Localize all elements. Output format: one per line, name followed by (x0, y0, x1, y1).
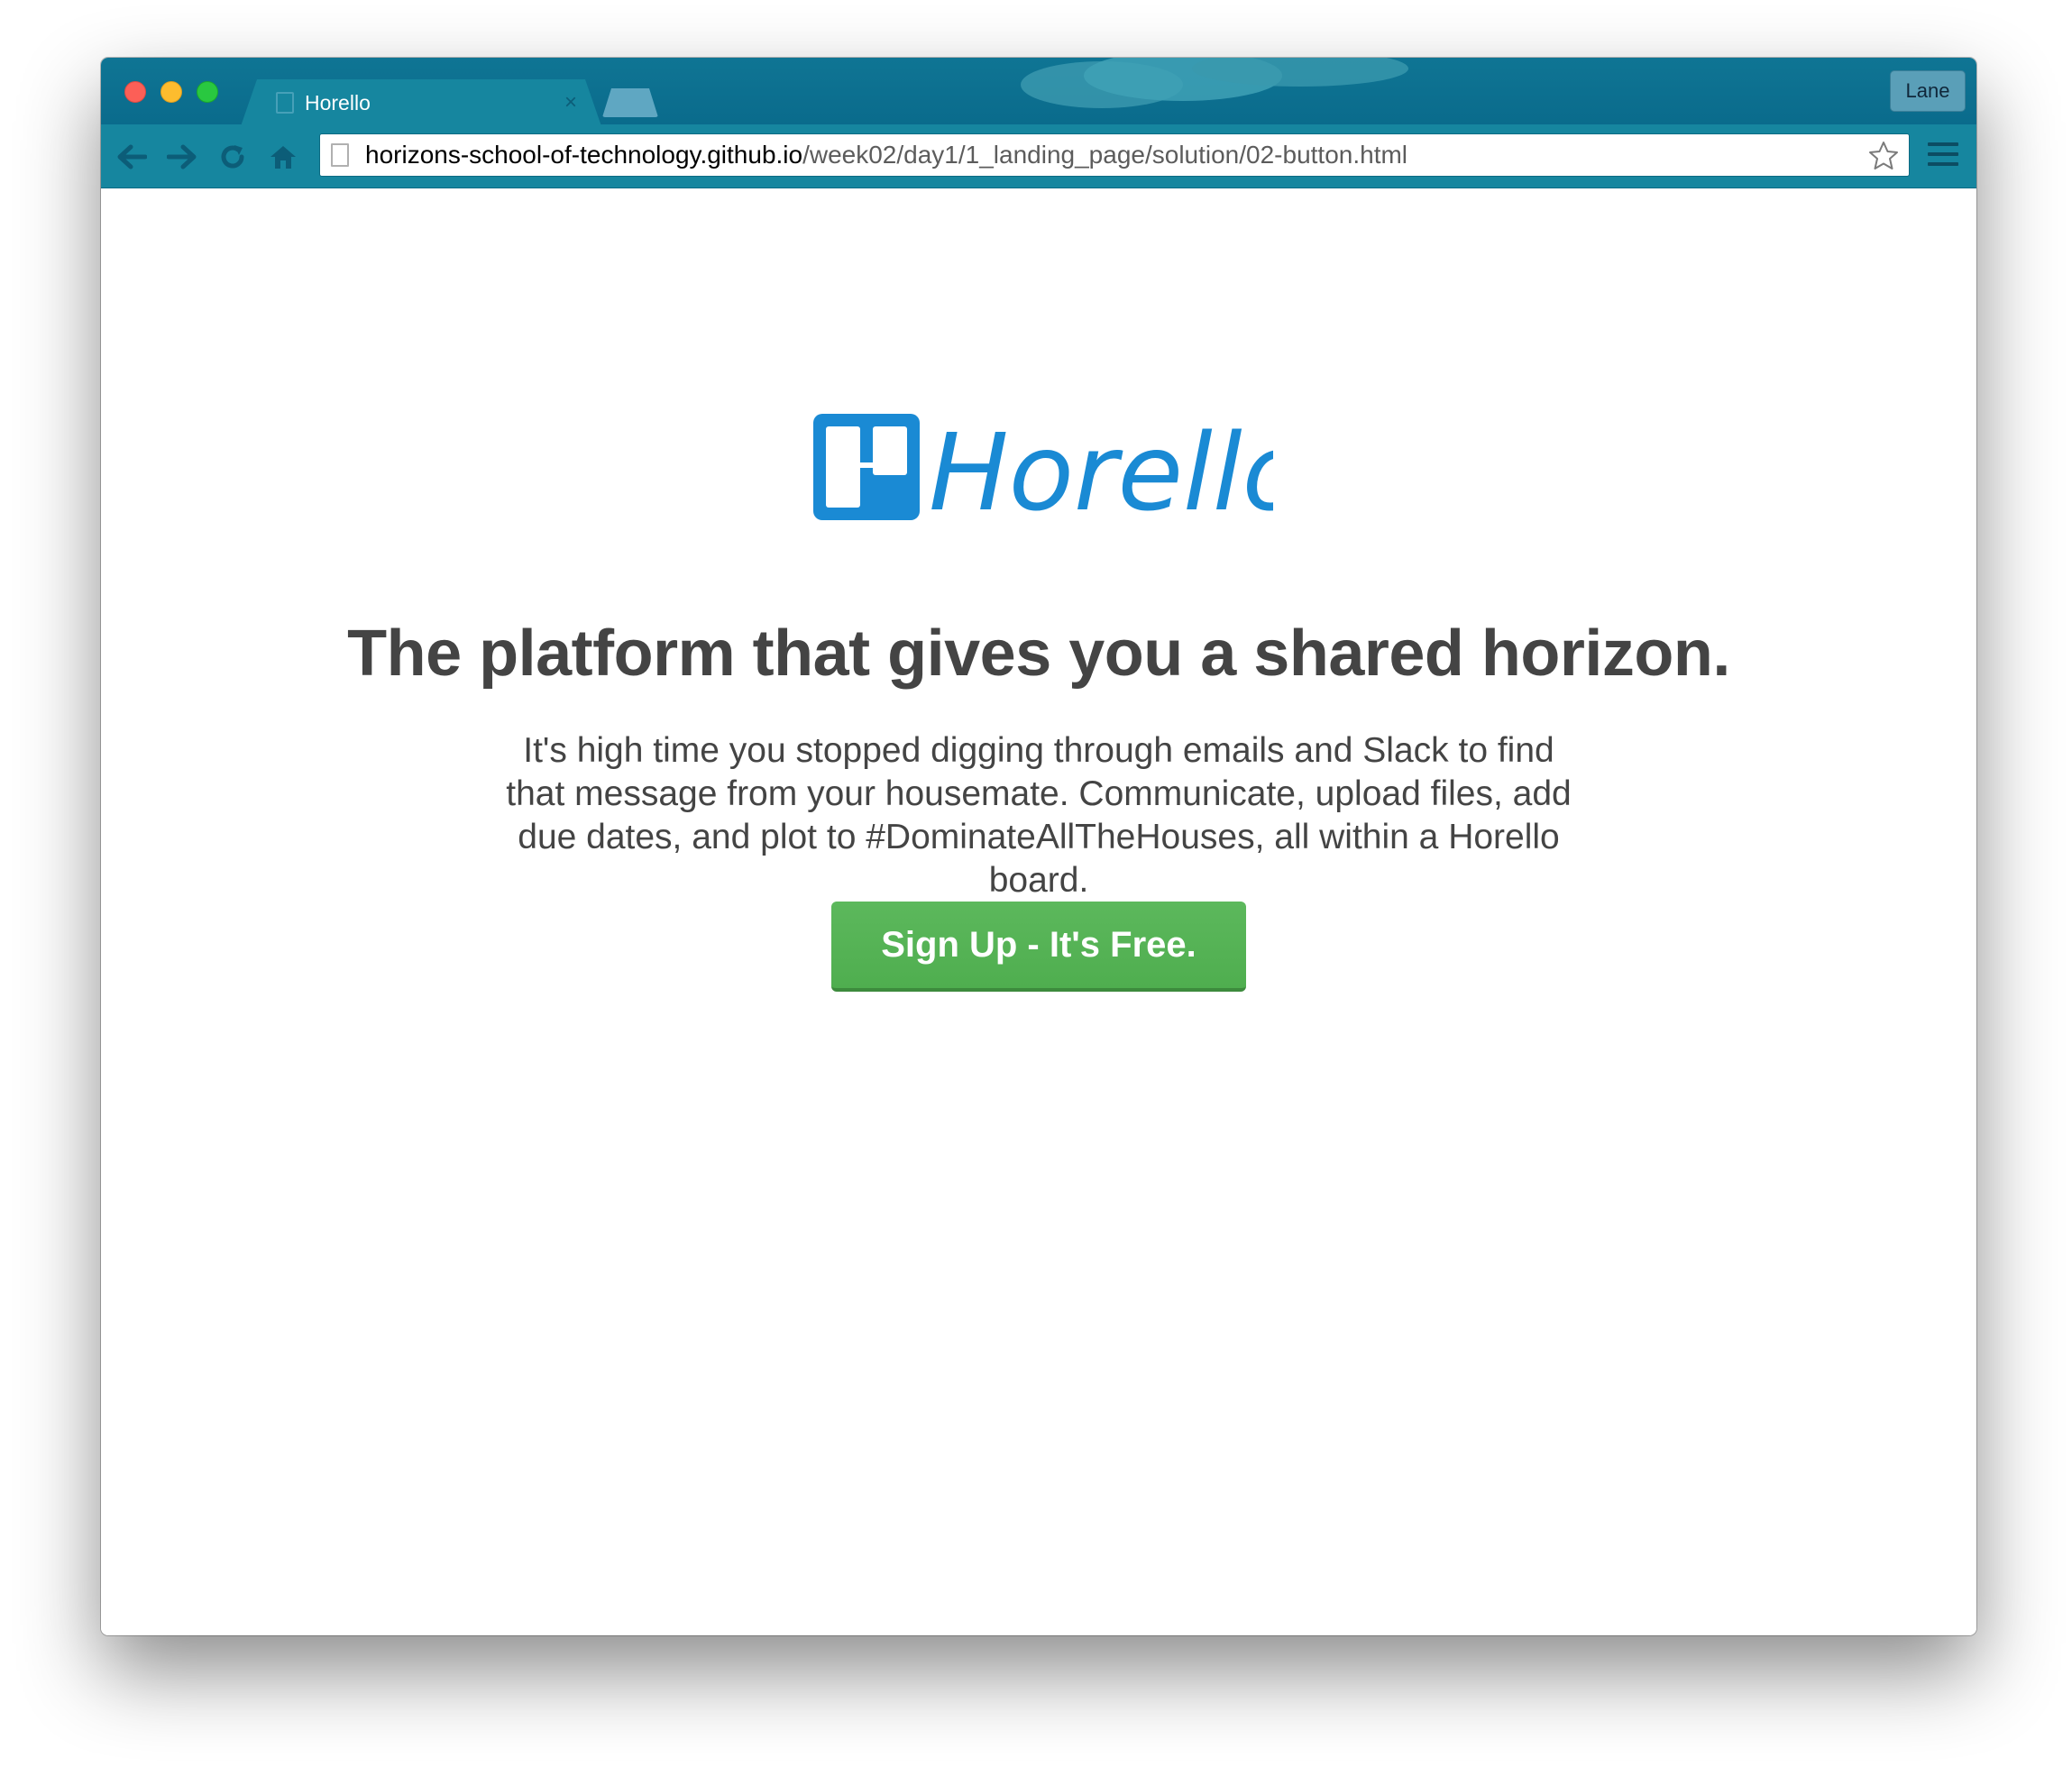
profile-button[interactable]: Lane (1890, 70, 1966, 112)
url-host: horizons-school-of-technology.github.io (365, 141, 803, 169)
tab-title: Horello (305, 90, 371, 114)
hamburger-menu-icon[interactable] (1928, 142, 1958, 171)
tab-horello-content[interactable]: Horello × (263, 79, 588, 126)
forward-arrow-icon[interactable] (166, 141, 198, 173)
title-bar: Horello × Lane (101, 58, 1976, 124)
window-close-button[interactable] (124, 81, 146, 103)
page-headline: The platform that gives you a shared hor… (347, 618, 1730, 690)
reload-icon[interactable] (216, 141, 249, 173)
window-minimize-button[interactable] (160, 81, 182, 103)
clouds-decoration (1021, 58, 1408, 108)
back-arrow-icon[interactable] (115, 141, 148, 173)
page-icon (331, 143, 349, 167)
new-tab-button[interactable] (602, 88, 658, 117)
star-icon[interactable] (1867, 140, 1900, 172)
page-description: It's high time you stopped digging throu… (506, 731, 1572, 900)
tab-favicon-icon (276, 92, 294, 114)
horello-logo: Horello (813, 410, 1273, 526)
signup-button[interactable]: Sign Up - It's Free. (831, 902, 1246, 992)
tab-close-icon[interactable]: × (564, 90, 577, 115)
url-path: /week02/day1/1_landing_page/solution/02-… (802, 141, 1408, 169)
browser-window: Horello × Lane horizons-school-of-techno… (101, 58, 1976, 1635)
address-bar[interactable]: horizons-school-of-technology.github.io /… (319, 133, 1910, 177)
page-content: Horello The platform that gives you a sh… (101, 188, 1976, 1635)
toolbar: horizons-school-of-technology.github.io /… (101, 124, 1976, 188)
logo-wordmark: Horello (929, 410, 1273, 526)
window-maximize-button[interactable] (197, 81, 218, 103)
home-icon[interactable] (267, 141, 299, 173)
